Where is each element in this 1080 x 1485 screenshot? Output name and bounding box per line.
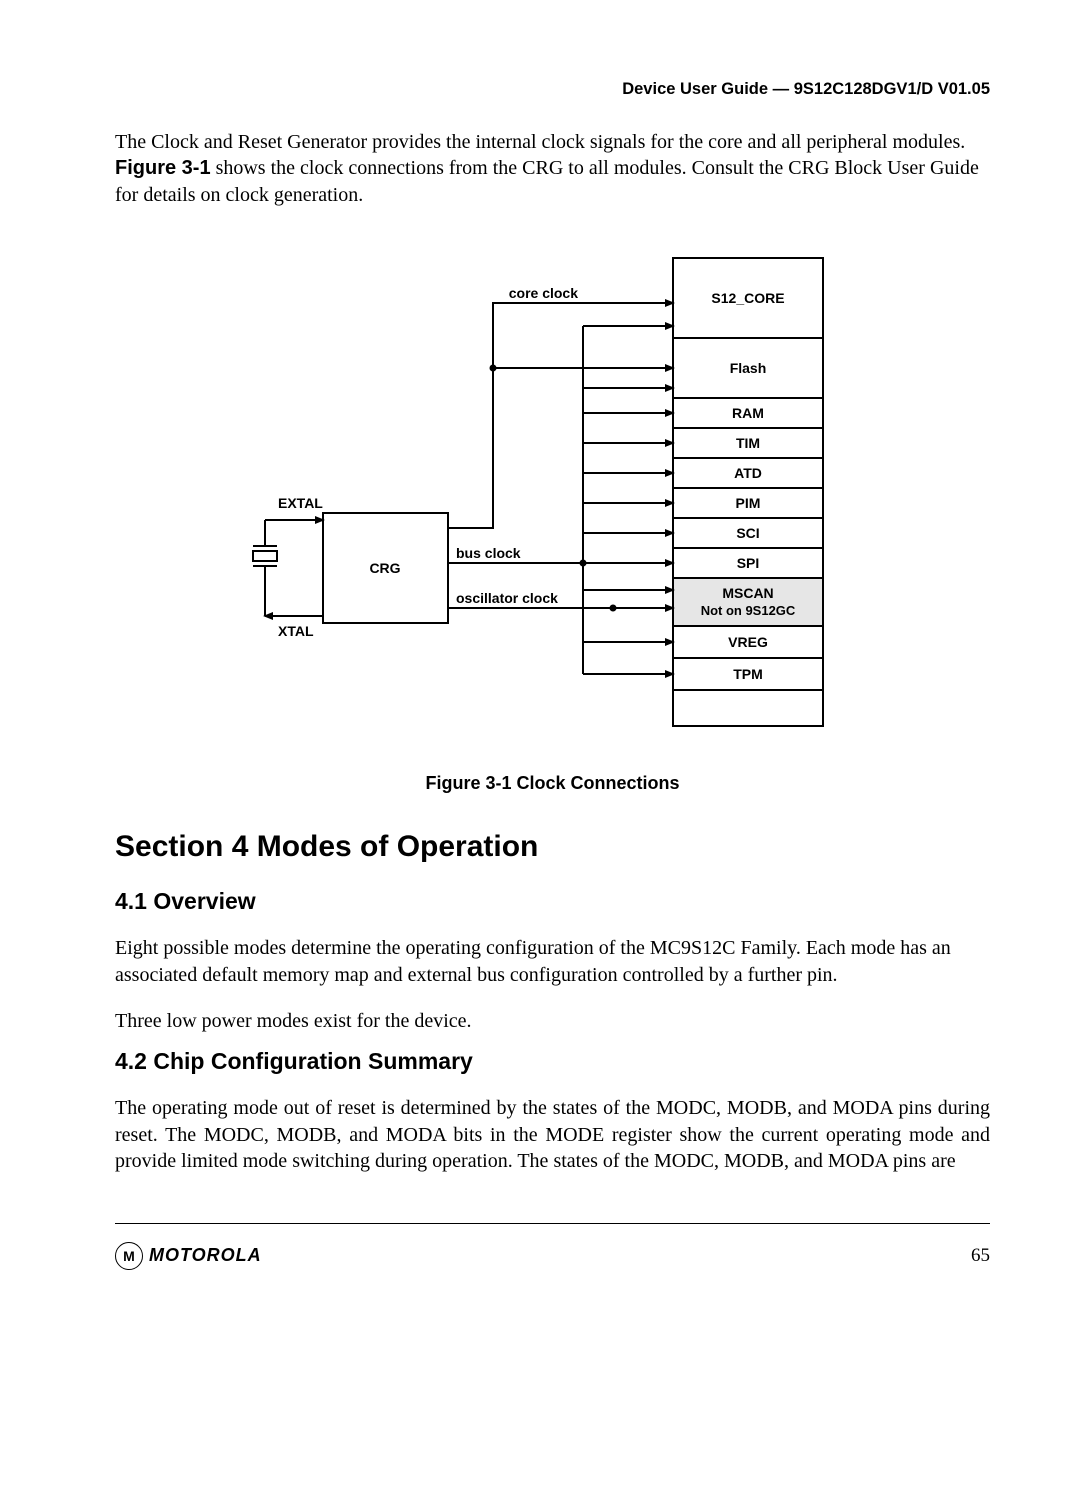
atd-label: ATD (734, 465, 762, 481)
figure-reference: Figure 3-1 (115, 157, 211, 179)
ram-label: RAM (732, 405, 764, 421)
page-footer: M MOTOROLA 65 (115, 1242, 990, 1270)
spi-label: SPI (736, 555, 759, 571)
page-number: 65 (971, 1245, 990, 1267)
section-4-1-heading: 4.1 Overview (115, 888, 990, 915)
clock-connections-diagram: S12_CORE Flash RAM TIM ATD PIM SCI SPI M… (115, 248, 990, 748)
intro-paragraph: The Clock and Reset Generator provides t… (115, 129, 990, 208)
extal-label: EXTAL (278, 495, 323, 511)
crystal-body (253, 551, 277, 561)
module-stack-outline (673, 258, 823, 726)
page: Device User Guide — 9S12C128DGV1/D V01.0… (0, 0, 1080, 1310)
section-4-1-p2: Three low power modes exist for the devi… (115, 1008, 990, 1034)
motorola-logo-text: MOTOROLA (149, 1245, 262, 1266)
s12-core-label: S12_CORE (711, 290, 784, 306)
osc-clock-label: oscillator clock (456, 590, 558, 606)
core-clock-label: core clock (508, 285, 577, 301)
bus-clock-label: bus clock (456, 545, 521, 561)
diagram-svg: S12_CORE Flash RAM TIM ATD PIM SCI SPI M… (243, 248, 863, 748)
section-4-2-heading: 4.2 Chip Configuration Summary (115, 1048, 990, 1075)
section-4-1-p1: Eight possible modes determine the opera… (115, 935, 990, 988)
running-header: Device User Guide — 9S12C128DGV1/D V01.0… (115, 80, 990, 99)
vreg-label: VREG (728, 634, 768, 650)
sci-label: SCI (736, 525, 759, 541)
flash-label: Flash (729, 360, 766, 376)
intro-sentence1: The Clock and Reset Generator provides t… (115, 131, 965, 153)
mscan-label: MSCAN (722, 585, 773, 601)
mscan-note-label: Not on 9S12GC (700, 603, 795, 618)
logo-m-letter: M (123, 1248, 135, 1264)
pim-label: PIM (735, 495, 760, 511)
footer-rule (115, 1223, 990, 1224)
intro-sentence2-rest: shows the clock connections from the CRG… (115, 157, 979, 205)
motorola-logo-icon: M (115, 1242, 143, 1270)
xtal-label: XTAL (278, 623, 314, 639)
doc-title: Device User Guide — 9S12C128DGV1/D V01.0… (622, 80, 990, 98)
core-clock-line (448, 303, 673, 528)
crg-label: CRG (369, 560, 400, 576)
section-4-2-p1: The operating mode out of reset is deter… (115, 1095, 990, 1174)
figure-caption: Figure 3-1 Clock Connections (115, 773, 990, 794)
section-4-heading: Section 4 Modes of Operation (115, 830, 990, 864)
motorola-logo: M MOTOROLA (115, 1242, 262, 1270)
tim-label: TIM (735, 435, 759, 451)
tpm-label: TPM (733, 666, 763, 682)
